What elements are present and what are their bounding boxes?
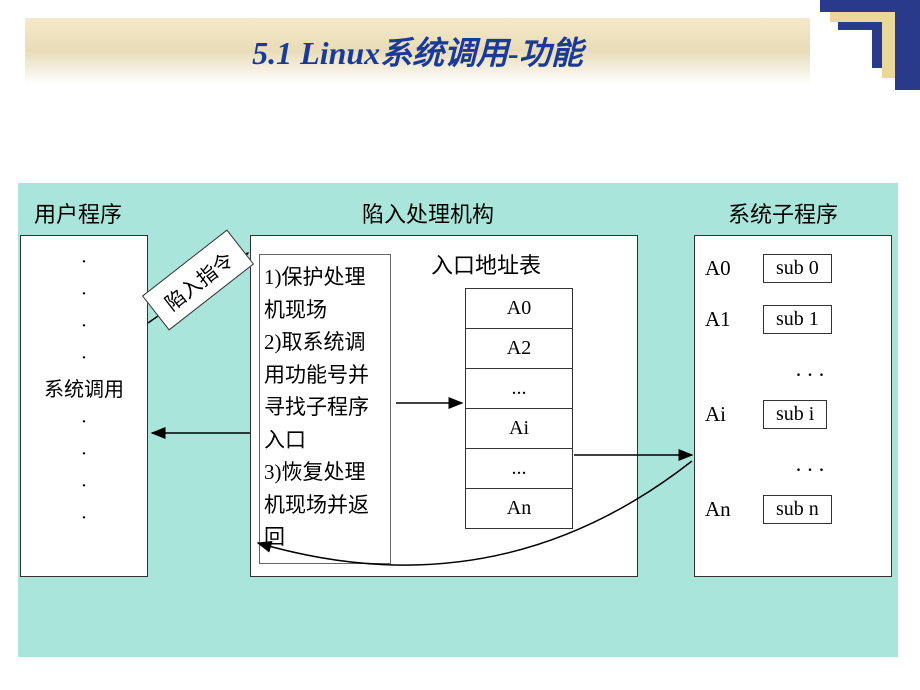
diagram: 用户程序 陷入处理机构 系统子程序 · · · · 系统调用 · · · · 陷… <box>18 183 898 657</box>
entry-table-label: 入口地址表 <box>431 248 541 280</box>
trap-command: 陷入指令 <box>142 229 254 330</box>
system-subroutine-box: A0 sub 0 A1 sub 1 ... Ai sub i ... An su… <box>694 235 892 577</box>
sub-dots-1: ... <box>745 356 881 382</box>
entry-dots2: ... <box>466 449 572 489</box>
label-trap: 陷入处理机构 <box>362 197 494 229</box>
entry-n: An <box>466 489 572 528</box>
entry-1: A2 <box>466 329 572 369</box>
user-lines: · · · · 系统调用 · · · · <box>44 251 124 529</box>
title-bar: 5.1 Linux系统调用-功能 <box>25 18 810 83</box>
sub-row-n: An sub n <box>705 495 881 524</box>
sub-row-0: A0 sub 0 <box>705 254 881 283</box>
user-program-box: · · · · 系统调用 · · · · <box>20 235 148 577</box>
sub-dots-2: ... <box>745 451 881 477</box>
slide-title: 5.1 Linux系统调用-功能 <box>252 28 583 74</box>
label-sys: 系统子程序 <box>728 197 838 229</box>
entry-table: A0 A2 ... Ai ... An <box>465 288 573 529</box>
entry-0: A0 <box>466 289 572 329</box>
label-user: 用户程序 <box>34 197 122 229</box>
entry-dots1: ... <box>466 369 572 409</box>
entry-i: Ai <box>466 409 572 449</box>
trap-steps: 1)保护处理机现场 2)取系统调用功能号并寻找子程序入口 3)恢复处理机现场并返… <box>259 254 391 564</box>
sub-row-i: Ai sub i <box>705 400 881 429</box>
sub-row-1: A1 sub 1 <box>705 305 881 334</box>
trap-handler-box: 1)保护处理机现场 2)取系统调用功能号并寻找子程序入口 3)恢复处理机现场并返… <box>250 235 638 577</box>
corner-decoration <box>800 0 920 90</box>
